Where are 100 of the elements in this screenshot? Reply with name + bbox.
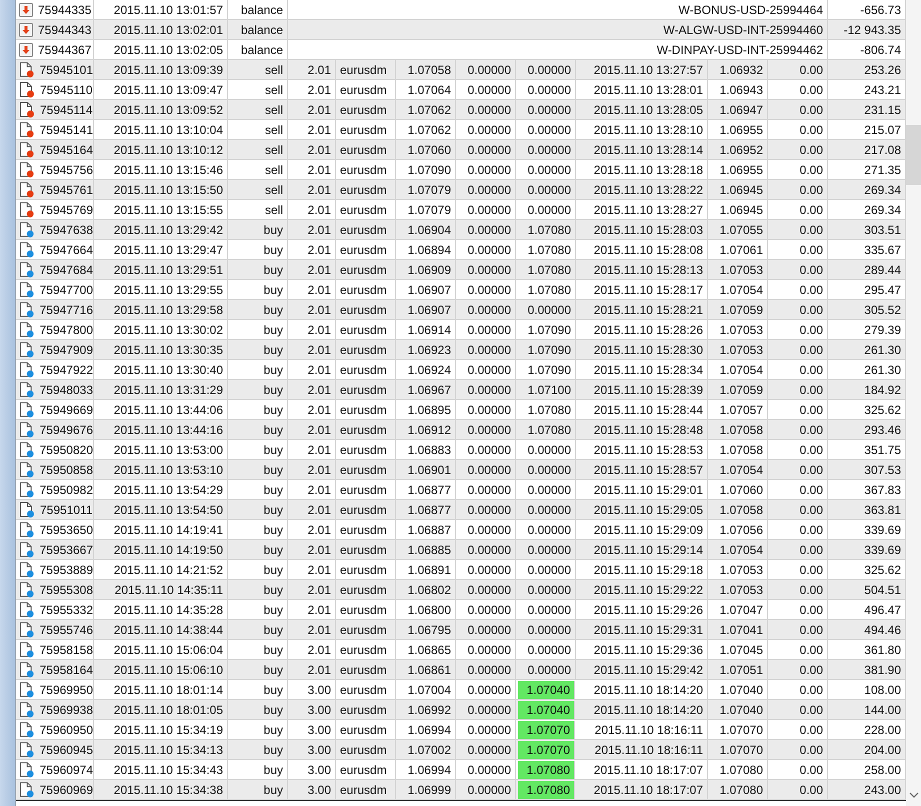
scrollbar-thumb[interactable] — [906, 125, 921, 185]
table-cell: 2015.11.10 13:15:46 — [94, 160, 228, 179]
scrollbar[interactable] — [906, 0, 921, 806]
table-cell: 2.01 — [288, 640, 336, 659]
document-icon — [19, 662, 35, 678]
table-cell: 2.01 — [288, 240, 336, 259]
table-cell: 0.00 — [768, 300, 828, 319]
table-cell: 2.01 — [288, 540, 336, 559]
table-cell: 1.07070 — [518, 721, 575, 739]
table-row[interactable]: 75945114 2015.11.10 13:09:52 sell 2.01 eurusdm 1.07062 0.00000 0.00000 2015.11.10 13:28:05 1.06947 0.00 231.15 — [16, 100, 906, 120]
table-row[interactable]: 75953667 2015.11.10 14:19:50 buy 2.01 eurusdm 1.06885 0.00000 0.00000 2015.11.10 15:29:14 1.07054 0.00 339.69 — [16, 540, 906, 560]
table-cell: 0.00000 — [456, 660, 516, 679]
table-cell: buy — [228, 580, 288, 599]
table-row[interactable]: 75947684 2015.11.10 13:29:51 buy 2.01 eurusdm 1.06909 0.00000 1.07080 2015.11.10 15:28:13 1.07053 0.00 289.44 — [16, 260, 906, 280]
document-icon — [19, 242, 35, 258]
table-cell: 75955332 — [40, 602, 93, 616]
table-cell: 2015.11.10 13:28:14 — [576, 140, 708, 159]
table-row[interactable]: 75947716 2015.11.10 13:29:58 buy 2.01 eurusdm 1.06907 0.00000 0.00000 2015.11.10 15:28:21 1.07059 0.00 305.52 — [16, 300, 906, 320]
table-cell: 2.01 — [288, 120, 336, 139]
table-cell: 0.00000 — [516, 120, 576, 139]
table-cell: buy — [228, 780, 288, 799]
table-cell: 2.01 — [288, 80, 336, 99]
table-row[interactable]: 75947909 2015.11.10 13:30:35 buy 2.01 eurusdm 1.06923 0.00000 1.07090 2015.11.10 15:28:30 1.07053 0.00 261.30 — [16, 340, 906, 360]
table-row[interactable]: 75951011 2015.11.10 13:54:50 buy 2.01 eurusdm 1.06877 0.00000 0.00000 2015.11.10 15:29:05 1.07058 0.00 363.81 — [16, 500, 906, 520]
table-cell: eurusdm — [336, 660, 396, 679]
table-cell: 2.01 — [288, 560, 336, 579]
table-cell: 1.06952 — [708, 140, 768, 159]
table-cell: 1.06945 — [708, 180, 768, 199]
table-cell: 0.00000 — [516, 560, 576, 579]
table-cell: 2015.11.10 13:28:05 — [576, 100, 708, 119]
table-row[interactable]: 75960969 2015.11.10 15:34:38 buy 3.00 eurusdm 1.06999 0.00000 1.07080 2015.11.10 18:17:07 1.07080 0.00 243.00 — [16, 780, 906, 800]
document-icon — [19, 442, 35, 458]
table-row[interactable]: 75945164 2015.11.10 13:10:12 sell 2.01 eurusdm 1.07060 0.00000 0.00000 2015.11.10 13:28:14 1.06952 0.00 217.08 — [16, 140, 906, 160]
table-cell: 1.06923 — [396, 340, 456, 359]
table-cell: buy — [228, 520, 288, 539]
table-cell: 1.06904 — [396, 220, 456, 239]
table-cell: 2015.11.10 13:29:42 — [94, 220, 228, 239]
table-row[interactable]: 75969938 2015.11.10 18:01:05 buy 3.00 eurusdm 1.06992 0.00000 1.07040 2015.11.10 18:14:20 1.07040 0.00 144.00 — [16, 700, 906, 720]
table-cell: 1.06887 — [396, 520, 456, 539]
table-cell: 0.00000 — [516, 540, 576, 559]
document-icon — [19, 62, 35, 78]
document-icon — [19, 562, 35, 578]
table-cell: sell — [228, 160, 288, 179]
table-cell: 0.00000 — [456, 200, 516, 219]
table-cell: 2015.11.10 14:38:44 — [94, 620, 228, 639]
document-icon — [19, 742, 35, 758]
table-cell: 3.00 — [288, 740, 336, 759]
table-cell: 0.00 — [768, 140, 828, 159]
table-row[interactable]: 75955308 2015.11.10 14:35:11 buy 2.01 eurusdm 1.06802 0.00000 0.00000 2015.11.10 15:29:22 1.07053 0.00 504.51 — [16, 580, 906, 600]
table-cell: 2015.11.10 15:28:17 — [576, 280, 708, 299]
table-cell: eurusdm — [336, 760, 396, 779]
table-row[interactable]: 75955746 2015.11.10 14:38:44 buy 2.01 eurusdm 1.06795 0.00000 0.00000 2015.11.10 15:29:31 1.07041 0.00 494.46 — [16, 620, 906, 640]
table-cell: 2.01 — [288, 420, 336, 439]
table-cell: 2.01 — [288, 600, 336, 619]
table-row[interactable]: 75950858 2015.11.10 13:53:10 buy 2.01 eurusdm 1.06901 0.00000 0.00000 2015.11.10 15:28:57 1.07054 0.00 307.53 — [16, 460, 906, 480]
table-cell: 2.01 — [288, 280, 336, 299]
table-cell: 2015.11.10 13:27:57 — [576, 60, 708, 79]
table-row[interactable]: 75947638 2015.11.10 13:29:42 buy 2.01 eurusdm 1.06904 0.00000 1.07080 2015.11.10 15:28:03 1.07055 0.00 303.51 — [16, 220, 906, 240]
document-icon — [19, 182, 35, 198]
table-row[interactable]: 75948033 2015.11.10 13:31:29 buy 2.01 eurusdm 1.06967 0.00000 1.07100 2015.11.10 15:28:39 1.07059 0.00 184.92 — [16, 380, 906, 400]
table-row[interactable]: 75949676 2015.11.10 13:44:16 buy 2.01 eurusdm 1.06912 0.00000 1.07080 2015.11.10 15:28:48 1.07058 0.00 293.46 — [16, 420, 906, 440]
table-row[interactable]: 75958164 2015.11.10 15:06:10 buy 2.01 eurusdm 1.06861 0.00000 0.00000 2015.11.10 15:29:42 1.07051 0.00 381.90 — [16, 660, 906, 680]
table-row[interactable]: 75944343 2015.11.10 13:02:01 balance W-ALGW-USD-INT-25994460 -12 943.35 — [16, 20, 906, 40]
table-cell: 1.07053 — [708, 320, 768, 339]
table-cell: sell — [228, 100, 288, 119]
table-cell: 1.06947 — [708, 100, 768, 119]
table-cell: 1.07090 — [516, 340, 576, 359]
table-cell: 0.00000 — [456, 760, 516, 779]
table-cell: 75945110 — [40, 82, 92, 96]
table-row[interactable]: 75945761 2015.11.10 13:15:50 sell 2.01 eurusdm 1.07079 0.00000 0.00000 2015.11.10 13:28:22 1.06945 0.00 269.34 — [16, 180, 906, 200]
table-cell: 0.00000 — [516, 460, 576, 479]
table-cell: 1.07080 — [516, 400, 576, 419]
table-cell: 0.00000 — [456, 180, 516, 199]
table-cell: 1.07058 — [396, 60, 456, 79]
table-cell: 2015.11.10 13:53:10 — [94, 460, 228, 479]
table-row[interactable]: 75944335 2015.11.10 13:01:57 balance W-BONUS-USD-25994464 -656.73 — [16, 0, 906, 20]
table-cell: buy — [228, 660, 288, 679]
chevron-down-icon[interactable] — [909, 792, 919, 798]
table-cell: buy — [228, 480, 288, 499]
table-cell: 1.06861 — [396, 660, 456, 679]
table-cell: 0.00000 — [516, 520, 576, 539]
table-cell: 0.00 — [768, 220, 828, 239]
table-cell: 0.00 — [768, 700, 828, 719]
table-cell: 1.07090 — [396, 160, 456, 179]
table-cell: eurusdm — [336, 220, 396, 239]
table-cell: 2015.11.10 14:35:11 — [94, 580, 228, 599]
table-cell: 1.06955 — [708, 160, 768, 179]
table-cell: sell — [228, 120, 288, 139]
table-row[interactable]: 75945101 2015.11.10 13:09:39 sell 2.01 eurusdm 1.07058 0.00000 0.00000 2015.11.10 13:27:57 1.06932 0.00 253.26 — [16, 60, 906, 80]
table-cell: 0.00000 — [456, 680, 516, 699]
table-cell: 1.06909 — [396, 260, 456, 279]
table-cell: 1.07070 — [708, 740, 768, 759]
table-cell: 1.07054 — [708, 280, 768, 299]
table-cell: 0.00000 — [456, 520, 516, 539]
table-cell: 1.06914 — [396, 320, 456, 339]
table-cell: 2015.11.10 13:10:04 — [94, 120, 228, 139]
table-row[interactable]: 75960945 2015.11.10 15:34:13 buy 3.00 eurusdm 1.07002 0.00000 1.07070 2015.11.10 18:16:11 1.07070 0.00 204.00 — [16, 740, 906, 760]
table-cell: 0.00000 — [456, 500, 516, 519]
table-cell: eurusdm — [336, 240, 396, 259]
table-cell: 3.00 — [288, 760, 336, 779]
